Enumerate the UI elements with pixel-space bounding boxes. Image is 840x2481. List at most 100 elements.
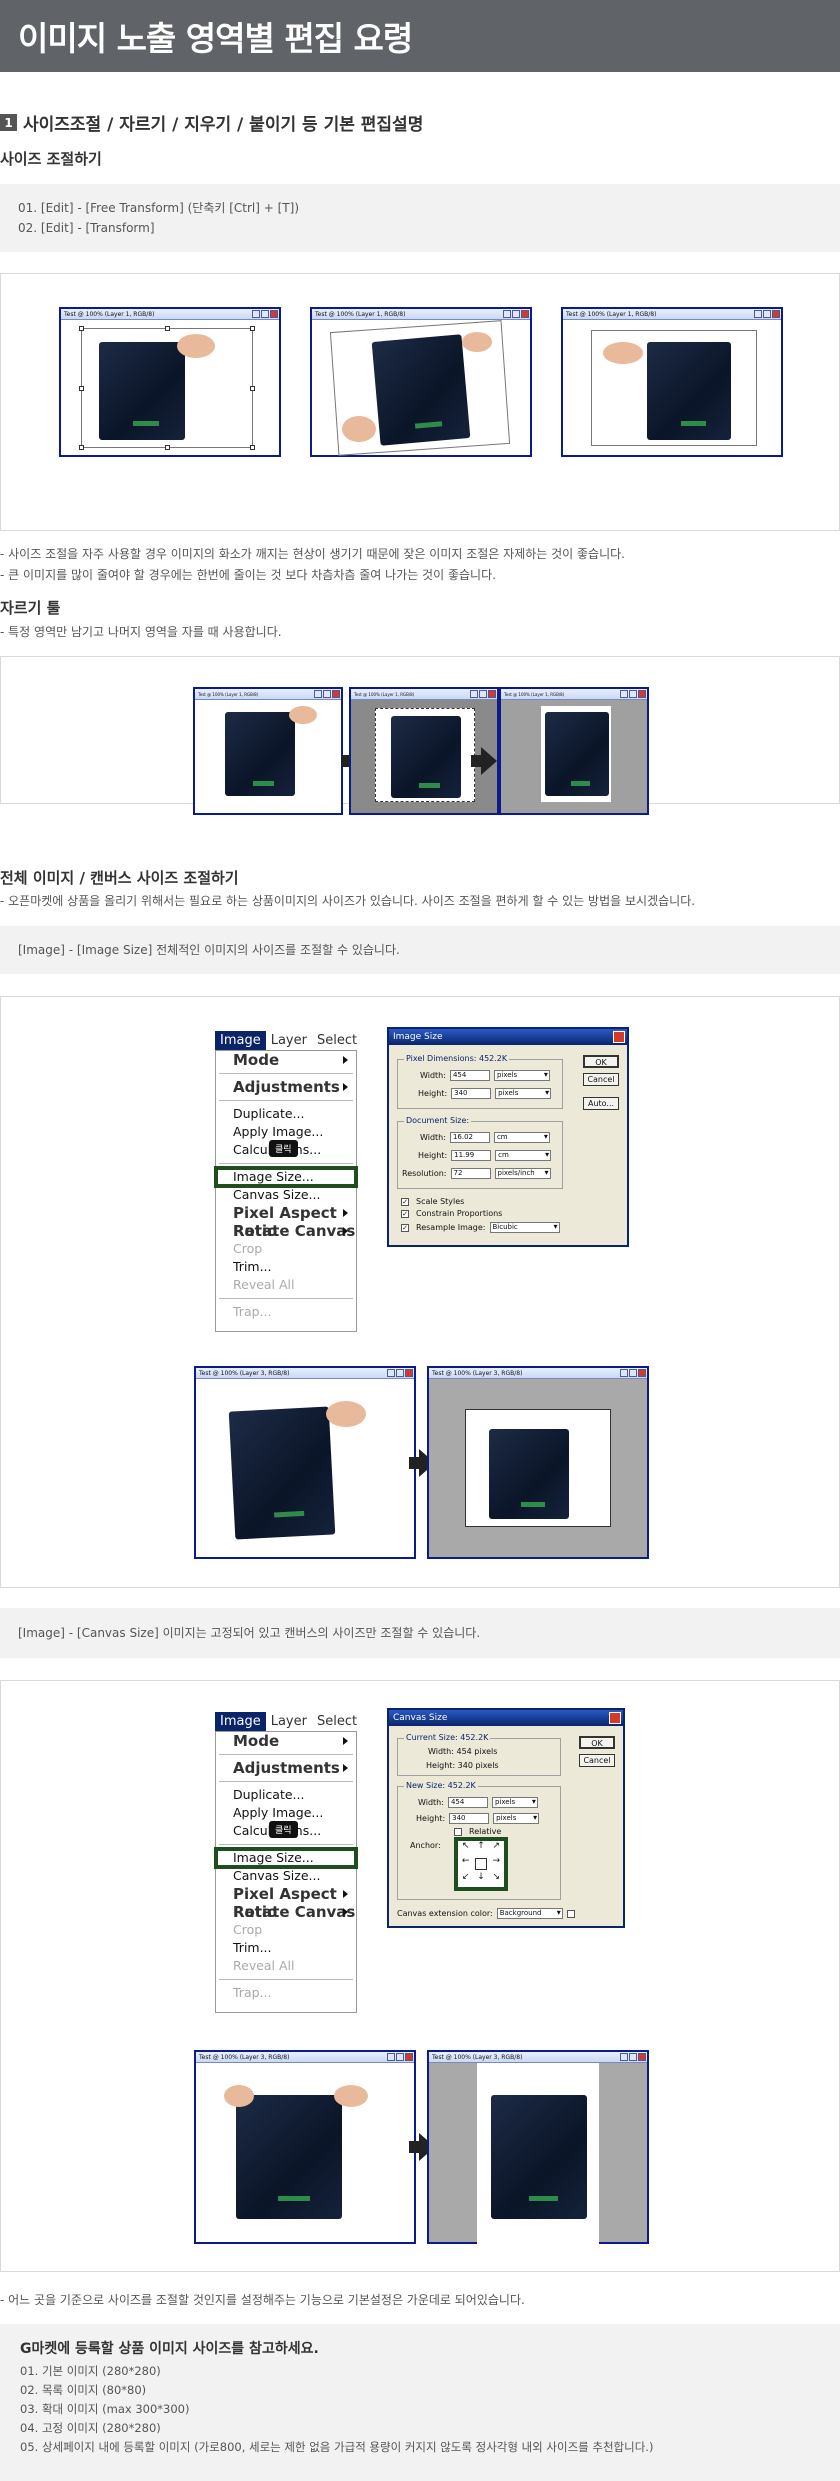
close-icon[interactable] xyxy=(613,1031,625,1043)
doc-height-input[interactable]: 11.99 xyxy=(451,1150,492,1161)
color-swatch[interactable] xyxy=(566,1909,575,1918)
page-header: 이미지 노출 영역별 편집 요령 xyxy=(0,0,840,72)
menu-item-canvas-size[interactable]: Canvas Size... xyxy=(216,1186,356,1204)
canvas-size-illustration: Image Layer Select Mode Adjustments Dupl… xyxy=(0,1680,840,2272)
current-size-group: Current Size: 452.2K Width: 454 pixels H… xyxy=(397,1733,561,1776)
photoshop-window: Test @ 100% (Layer 1, RGB/8) xyxy=(193,687,343,815)
close-icon[interactable] xyxy=(609,1712,621,1724)
width-input[interactable]: 454 xyxy=(449,1070,490,1081)
product-bag xyxy=(99,342,185,440)
menu-item-pixel-aspect[interactable]: Pixel Aspect Ratio xyxy=(216,1885,356,1921)
resample-checkbox[interactable]: ✓ xyxy=(401,1223,409,1232)
new-size-group: New Size: 452.2K Width:454pixels Height:… xyxy=(397,1781,561,1900)
auto-button[interactable]: Auto... xyxy=(583,1097,619,1110)
doc-width-unit-select[interactable]: cm xyxy=(493,1132,550,1143)
canvas-height-input[interactable]: 340 xyxy=(449,1813,490,1824)
cancel-button[interactable]: Cancel xyxy=(579,1754,615,1767)
window-title: Test @ 100% (Layer 1, RGB/8) xyxy=(64,311,155,318)
menu-item-rotate-canvas[interactable]: Rotate Canvas xyxy=(216,1222,356,1240)
section-title: 1 사이즈조절 / 자르기 / 지우기 / 붙이기 등 기본 편집설명 xyxy=(0,110,423,135)
menu-item-duplicate[interactable]: Duplicate... xyxy=(216,1105,356,1123)
menu-item-adjustments[interactable]: Adjustments xyxy=(216,1759,356,1777)
product-bag xyxy=(371,334,471,446)
menu-item-apply-image[interactable]: Apply Image... xyxy=(216,1123,356,1141)
menu-item-mode[interactable]: Mode xyxy=(216,1051,356,1069)
canvas-width-unit-select[interactable]: pixels xyxy=(491,1797,538,1808)
canvas-height-unit-select[interactable]: pixels xyxy=(493,1813,540,1824)
resize-step: 02. [Edit] - [Transform] xyxy=(18,221,155,235)
click-tag: 클릭 xyxy=(269,1821,298,1838)
anchor-grid[interactable]: ↖ ↑ ↗ ← → ↙ ↓ ↘ xyxy=(454,1837,508,1891)
canvas-width-input[interactable]: 454 xyxy=(447,1797,488,1808)
image-size-tip-box: [Image] - [Image Size] 전체적인 이미지의 사이즈를 조절… xyxy=(0,926,840,974)
window-title: Test @ 100% (Layer 1, RGB/8) xyxy=(198,692,259,697)
resolution-input[interactable]: 72 xyxy=(450,1168,491,1179)
arrow-right-icon xyxy=(471,747,497,775)
resample-select[interactable]: Bicubic xyxy=(489,1222,560,1233)
ok-button[interactable]: OK xyxy=(579,1736,615,1749)
section-number: 1 xyxy=(0,114,17,131)
canvas-heading: 전체 이미지 / 캔버스 사이즈 조절하기 xyxy=(0,869,239,887)
product-bag xyxy=(228,1406,336,1540)
canvas-size-dialog: Canvas Size Current Size: 452.2K Width: … xyxy=(387,1708,625,1928)
cancel-button[interactable]: Cancel xyxy=(583,1073,619,1086)
photoshop-window: Test @ 100% (Layer 1, RGB/8) xyxy=(349,687,499,815)
crop-heading: 자르기 툴 xyxy=(0,599,61,617)
relative-checkbox[interactable] xyxy=(454,1827,462,1836)
window-title: Test @ 100% (Layer 3, RGB/8) xyxy=(432,2054,523,2061)
menu-item-adjustments[interactable]: Adjustments xyxy=(216,1078,356,1096)
width-unit-select[interactable]: pixels xyxy=(493,1070,550,1081)
menu-image[interactable]: Image xyxy=(215,1031,266,1050)
menu-item-trim[interactable]: Trim... xyxy=(216,1939,356,1957)
image-size-tip: [Image] - [Image Size] 전체적인 이미지의 사이즈를 조절… xyxy=(18,943,400,957)
window-title: Test @ 100% (Layer 1, RGB/8) xyxy=(566,311,657,318)
menu-item-reveal-all: Reveal All xyxy=(233,1277,295,1292)
window-title: Test @ 100% (Layer 1, RGB/8) xyxy=(354,692,415,697)
menu-layer[interactable]: Layer xyxy=(266,1031,312,1050)
menu-image[interactable]: Image xyxy=(215,1712,266,1731)
menu-item-image-size[interactable]: Image Size... xyxy=(214,1166,358,1188)
menu-item-pixel-aspect[interactable]: Pixel Aspect Ratio xyxy=(216,1204,356,1240)
menu-item-duplicate[interactable]: Duplicate... xyxy=(216,1786,356,1804)
menu-item-trim[interactable]: Trim... xyxy=(216,1258,356,1276)
menu-item-apply-image[interactable]: Apply Image... xyxy=(216,1804,356,1822)
image-menu: Mode Adjustments Duplicate... Apply Imag… xyxy=(214,1050,358,1332)
menu-select[interactable]: Select xyxy=(312,1712,362,1731)
window-title: Test @ 100% (Layer 3, RGB/8) xyxy=(199,1370,290,1377)
resize-heading: 사이즈 조절하기 xyxy=(0,150,102,168)
doc-width-input[interactable]: 16.02 xyxy=(449,1132,490,1143)
menu-item-trap: Trap... xyxy=(233,1985,272,2000)
resize-step: 01. [Edit] - [Free Transform] (단축키 [Ctrl… xyxy=(18,201,299,215)
canvas-size-tip: [Image] - [Canvas Size] 이미지는 고정되어 있고 캔버스… xyxy=(18,1626,481,1640)
product-bag xyxy=(391,716,461,798)
page-title: 이미지 노출 영역별 편집 요령 xyxy=(18,19,413,58)
image-menu: Mode Adjustments Duplicate... Apply Imag… xyxy=(214,1731,358,2013)
resolution-unit-select[interactable]: pixels/inch xyxy=(494,1168,551,1179)
window-title: Test @ 100% (Layer 1, RGB/8) xyxy=(504,692,565,697)
constrain-checkbox[interactable]: ✓ xyxy=(401,1209,409,1218)
menu-select[interactable]: Select xyxy=(312,1031,362,1050)
photoshop-window: Test @ 100% (Layer 3, RGB/8) xyxy=(194,1366,416,1559)
photoshop-window: Test @ 100% (Layer 3, RGB/8) xyxy=(427,2050,649,2244)
image-size-illustration: Image Layer Select Mode Adjustments Dupl… xyxy=(0,996,840,1588)
extension-color-select[interactable]: Background xyxy=(496,1908,563,1919)
gmarket-item: 02. 목록 이미지 (80*80) xyxy=(20,2383,147,2397)
product-bag xyxy=(225,712,295,796)
height-unit-select[interactable]: pixels xyxy=(495,1088,552,1099)
doc-height-unit-select[interactable]: cm xyxy=(495,1150,552,1161)
menu-layer[interactable]: Layer xyxy=(266,1712,312,1731)
menu-item-image-size[interactable]: Image Size... xyxy=(214,1847,358,1869)
product-bag xyxy=(647,342,731,440)
menu-item-canvas-size[interactable]: Canvas Size... xyxy=(216,1867,356,1885)
gmarket-info-box: G마켓에 등록할 상품 이미지 사이즈를 참고하세요. 01. 기본 이미지 (… xyxy=(0,2324,840,2481)
gmarket-item: 03. 확대 이미지 (max 300*300) xyxy=(20,2402,190,2416)
scale-styles-checkbox[interactable]: ✓ xyxy=(401,1197,409,1206)
height-input[interactable]: 340 xyxy=(451,1088,492,1099)
anchor-note: - 어느 곳을 기준으로 사이즈를 조절할 것인지를 설정해주는 기능으로 기본… xyxy=(0,2293,525,2307)
canvas-size-tip-box: [Image] - [Canvas Size] 이미지는 고정되어 있고 캔버스… xyxy=(0,1608,840,1658)
window-title: Test @ 100% (Layer 3, RGB/8) xyxy=(432,1370,523,1377)
menu-item-crop: Crop xyxy=(233,1241,263,1256)
menu-item-mode[interactable]: Mode xyxy=(216,1732,356,1750)
menu-item-rotate-canvas[interactable]: Rotate Canvas xyxy=(216,1903,356,1921)
ok-button[interactable]: OK xyxy=(583,1055,619,1068)
